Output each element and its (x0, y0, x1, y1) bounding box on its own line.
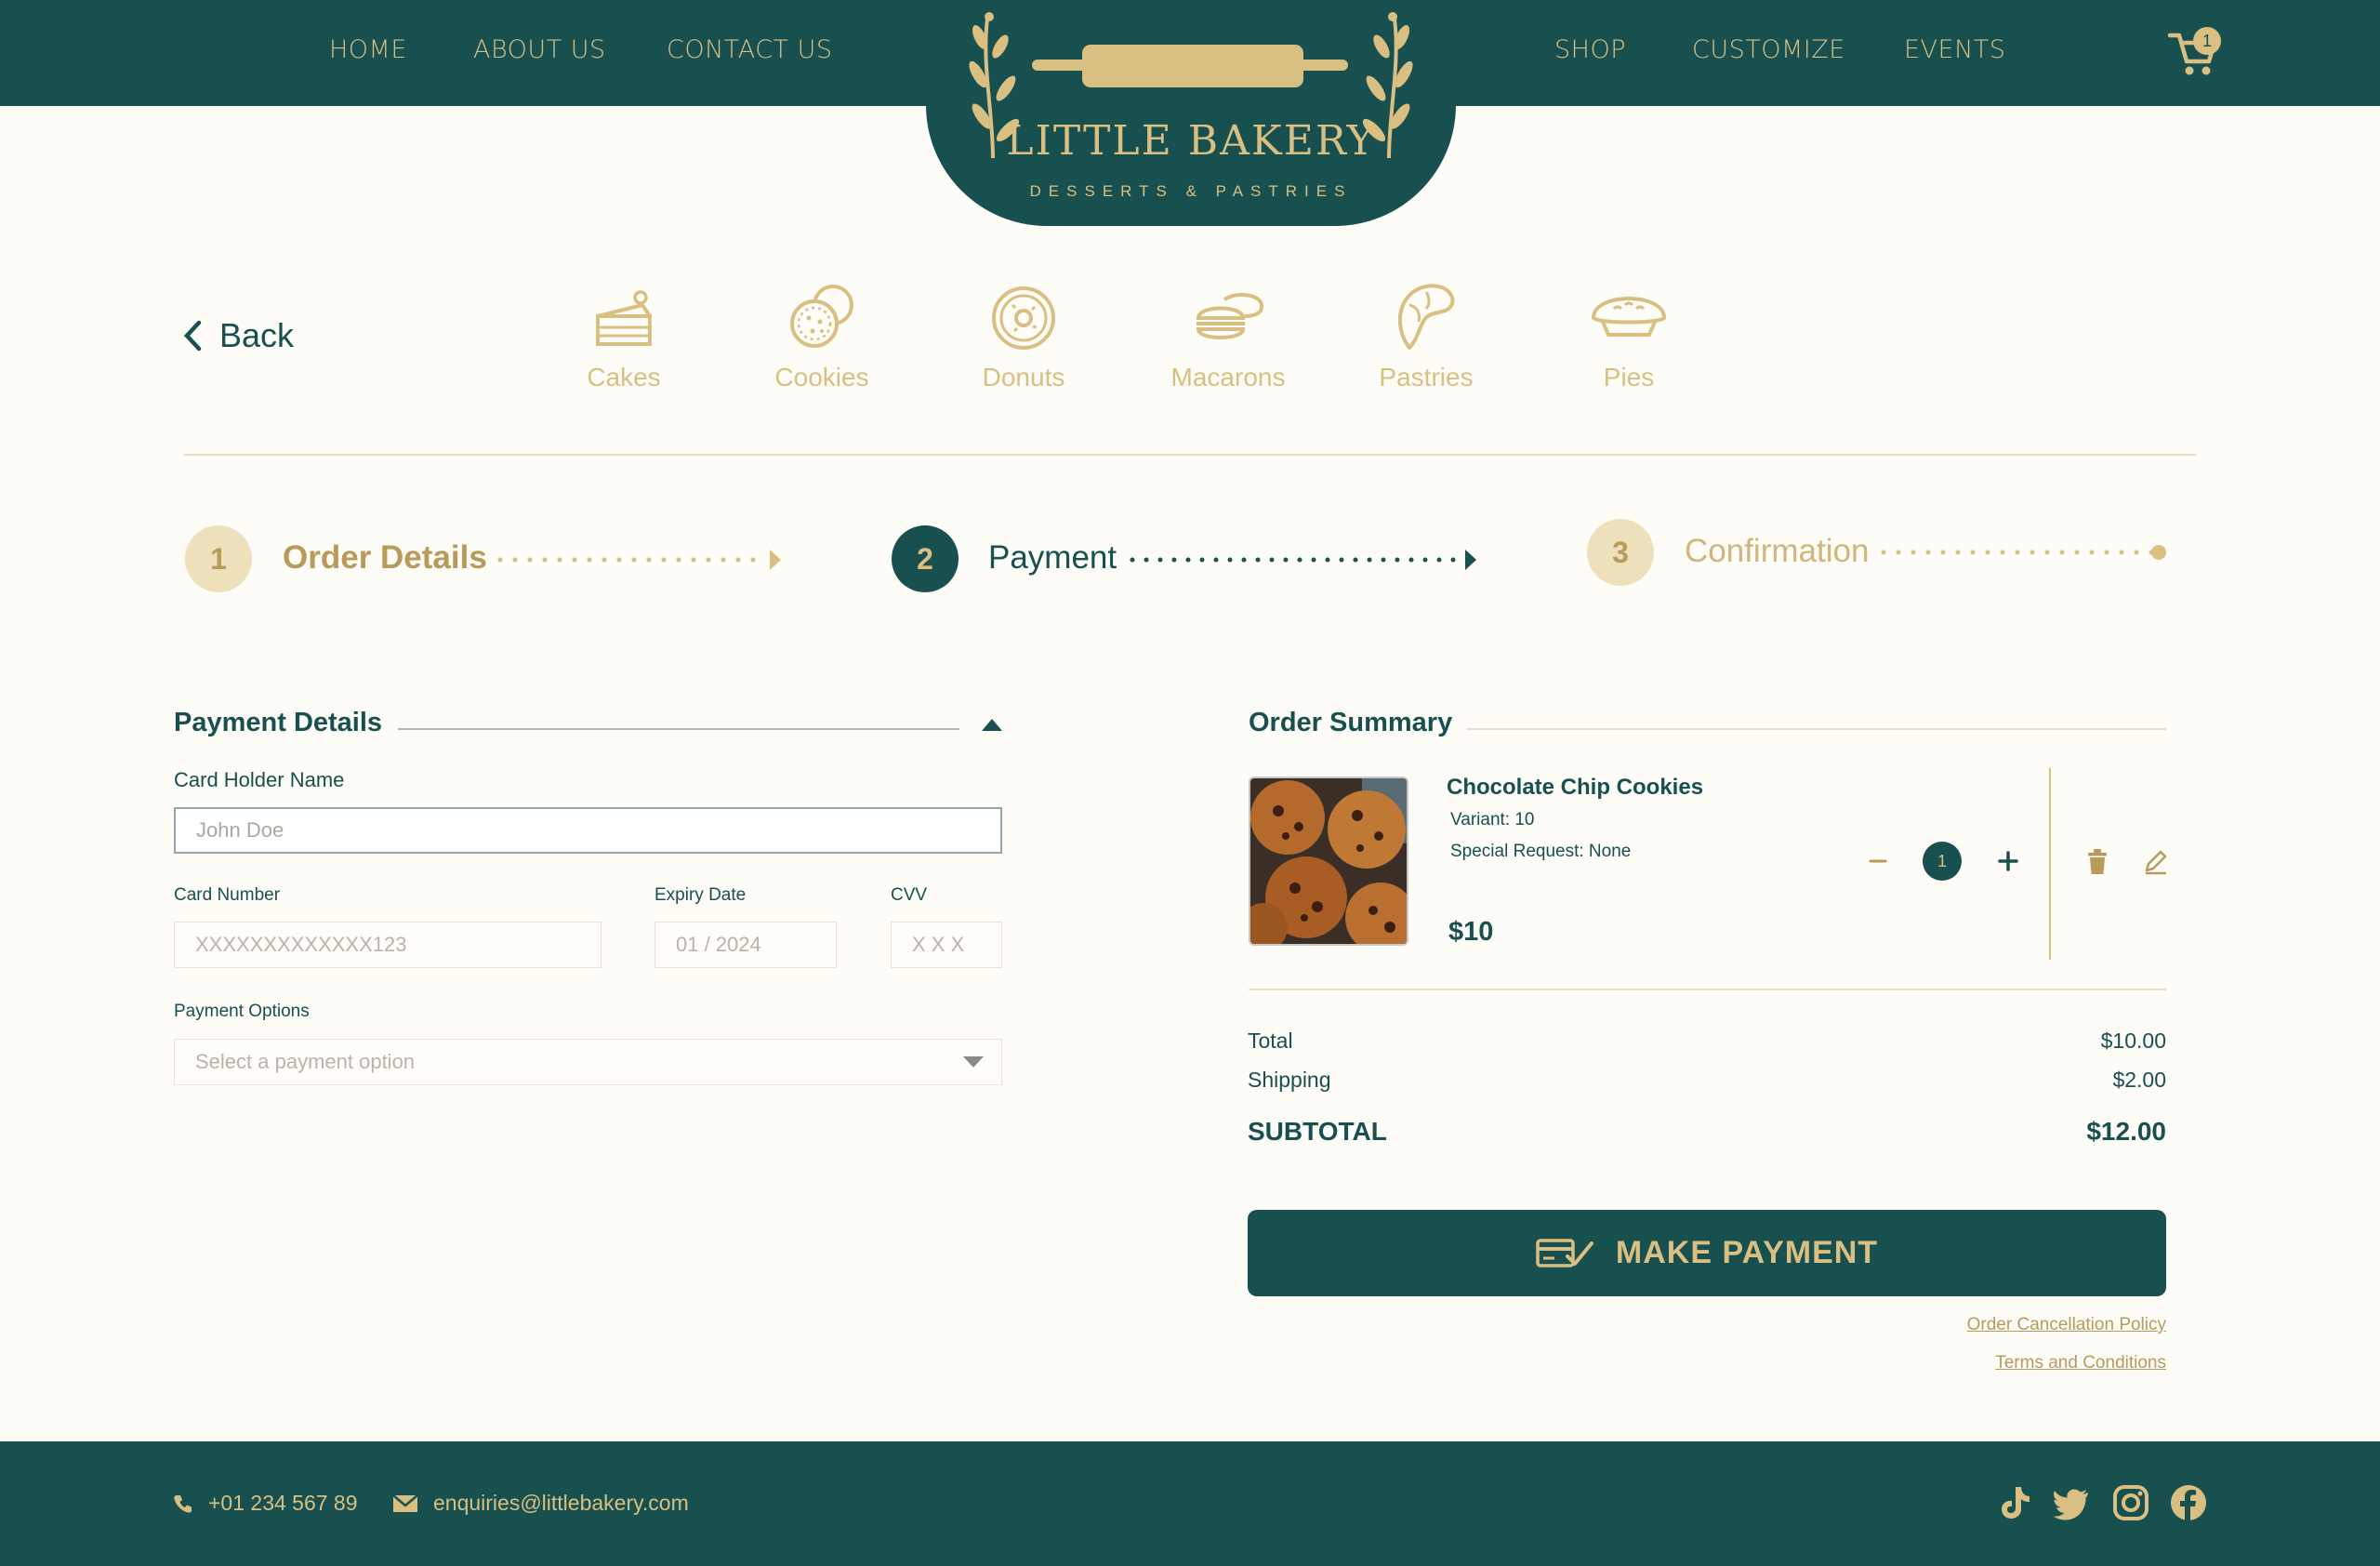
category-divider (184, 454, 2196, 456)
email-address: enquiries@littlebakery.com (433, 1491, 689, 1515)
logo-title: LITTLE BAKERY (1006, 117, 1376, 165)
bakery-logo[interactable]: LITTLE BAKERY DESSERTS & PASTRIES (926, 0, 1456, 226)
step-2-connector (1130, 550, 1476, 570)
category-label: Pastries (1379, 363, 1474, 392)
shipping-label: Shipping (1248, 1068, 1331, 1092)
mail-icon (392, 1493, 418, 1512)
pie-icon (1591, 297, 1667, 337)
footer-phone[interactable]: +01 234 567 89 (173, 1491, 358, 1516)
nav-about-link[interactable]: ABOUT US (473, 35, 606, 64)
step-1-label[interactable]: Order Details (283, 539, 487, 577)
category-macarons[interactable]: Macarons (1158, 279, 1298, 392)
order-summary-title: Order Summary (1249, 708, 1453, 737)
cancellation-policy-link[interactable]: Order Cancellation Policy (1967, 1315, 2166, 1335)
trash-icon[interactable] (2084, 848, 2110, 876)
footer-email[interactable]: enquiries@littlebakery.com (392, 1491, 689, 1516)
croissant-icon (1397, 284, 1455, 350)
category-donuts[interactable]: Donuts (954, 279, 1093, 392)
logo-subtitle: DESSERTS & PASTRIES (1029, 182, 1353, 200)
facebook-icon[interactable] (2170, 1484, 2207, 1521)
chevron-down-icon (963, 1056, 984, 1068)
category-label: Macarons (1170, 363, 1286, 392)
step-3-label[interactable]: Confirmation (1685, 533, 1869, 570)
product-variant: Variant: 10 (1450, 810, 1535, 829)
cart-count-badge: 1 (2193, 27, 2221, 55)
card-number-input[interactable]: XXXXXXXXXXXXX123 (174, 922, 602, 968)
nav-contact-link[interactable]: CONTACT US (667, 35, 833, 64)
cvv-label: CVV (891, 885, 928, 905)
cvv-input[interactable]: X X X (891, 922, 1002, 968)
cake-icon (596, 290, 652, 346)
total-value: $10.00 (2100, 1029, 2166, 1053)
chevron-left-icon (183, 320, 202, 352)
instagram-icon[interactable] (2112, 1484, 2149, 1521)
product-special-request: Special Request: None (1450, 842, 1632, 861)
shipping-value: $2.00 (2112, 1068, 2166, 1092)
payment-details-title: Payment Details (174, 708, 383, 737)
step-3-connector (1881, 545, 2166, 560)
back-button[interactable]: Back (182, 316, 294, 355)
category-pies[interactable]: Pies (1559, 279, 1699, 392)
product-thumbnail (1249, 776, 1408, 946)
step-2-circle: 2 (892, 525, 959, 592)
subtotal-value: $12.00 (2086, 1117, 2166, 1146)
nav-home-link[interactable]: HOME (329, 35, 407, 64)
expiry-date-label: Expiry Date (654, 885, 747, 905)
step-1-circle: 1 (185, 525, 252, 592)
collapse-caret-icon[interactable] (980, 716, 1004, 733)
make-payment-button[interactable]: MAKE PAYMENT (1248, 1210, 2166, 1296)
twitter-icon[interactable] (2053, 1484, 2090, 1521)
total-label: Total (1248, 1029, 1293, 1053)
phone-icon (174, 1494, 192, 1513)
step-3-circle: 3 (1587, 519, 1654, 586)
category-label: Cookies (774, 363, 869, 392)
card-number-label: Card Number (174, 885, 281, 905)
item-actions-separator (2049, 768, 2051, 960)
product-name: Chocolate Chip Cookies (1447, 775, 1704, 800)
category-label: Donuts (982, 363, 1065, 392)
payment-options-select[interactable]: Select a payment option (174, 1039, 1002, 1085)
payment-details-rule (398, 728, 959, 730)
order-summary-rule (1467, 728, 2166, 730)
step-1-connector (497, 550, 781, 570)
macaron-icon (1196, 292, 1263, 339)
product-price: $10 (1448, 917, 1494, 947)
expiry-date-input[interactable]: 01 / 2024 (654, 922, 837, 968)
card-check-icon (1536, 1238, 1593, 1267)
cookie-icon (790, 285, 853, 348)
category-pastries[interactable]: Pastries (1356, 279, 1496, 392)
terms-link[interactable]: Terms and Conditions (1995, 1353, 2166, 1374)
back-label: Back (219, 316, 295, 354)
nav-events-link[interactable]: EVENTS (1904, 35, 2005, 64)
card-holder-input[interactable]: John Doe (174, 807, 1002, 854)
category-label: Cakes (587, 363, 661, 392)
phone-number: +01 234 567 89 (208, 1491, 358, 1515)
step-2-label[interactable]: Payment (988, 539, 1117, 577)
quantity-increase-button[interactable] (1993, 843, 2023, 880)
category-cakes[interactable]: Cakes (554, 279, 694, 392)
edit-pencil-icon[interactable] (2142, 848, 2168, 876)
make-payment-label: MAKE PAYMENT (1615, 1235, 1879, 1270)
quantity-decrease-button[interactable] (1865, 843, 1891, 880)
subtotal-label: SUBTOTAL (1248, 1117, 1387, 1146)
tiktok-icon[interactable] (1997, 1484, 2032, 1521)
donut-icon (992, 286, 1055, 350)
nav-customize-link[interactable]: CUSTOMIZE (1692, 35, 1845, 64)
category-cookies[interactable]: Cookies (752, 279, 892, 392)
card-holder-label: Card Holder Name (174, 768, 345, 791)
nav-shop-link[interactable]: SHOP (1554, 35, 1626, 64)
category-label: Pies (1603, 363, 1655, 392)
quantity-value: 1 (1923, 842, 1962, 881)
summary-divider (1249, 989, 2166, 990)
payment-options-label: Payment Options (174, 1002, 310, 1021)
